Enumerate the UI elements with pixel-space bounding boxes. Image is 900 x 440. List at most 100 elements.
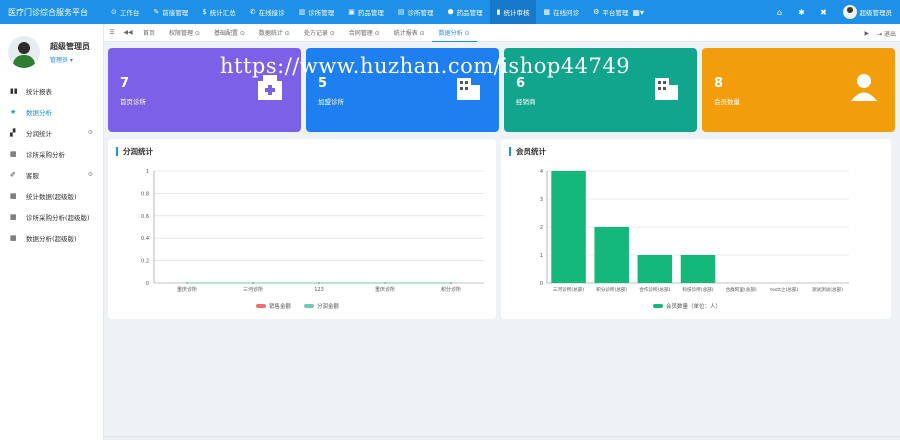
settings-icon[interactable]: ✱ xyxy=(791,8,813,17)
legend-label[interactable]: 销售金额 xyxy=(269,302,292,310)
sidebar-item-label: 诊所采购分析 xyxy=(26,150,65,159)
sidebar-item-2[interactable]: ▞ 分润统计 ⚙ xyxy=(0,122,103,143)
top-nav: ⊙ 工作台 ✎ 前接管理 $ 统计汇总 ✆ 在线接诊 ▥ 诊所管理 ▣ 药品管理 ▤ 诊所管理 ⬢ 药品管理 ▮… xyxy=(104,0,635,24)
road-icon: ▞ xyxy=(10,128,16,137)
stat-card-label: 会员数量 xyxy=(714,98,740,106)
x-tick-label: 重庆诊所 xyxy=(375,286,395,293)
top-bar: 医疗门诊综合服务平台 ⊙ 工作台 ✎ 前接管理 $ 统计汇总 ✆ 在线接诊 ▥ 诊所管理 ▣ 药品管理… xyxy=(0,0,900,24)
top-nav-item-9[interactable]: ▩ 在线问诊 xyxy=(536,0,586,24)
bar[interactable] xyxy=(594,227,629,283)
sidebar-item-1[interactable]: ★ 数据分析 xyxy=(0,101,103,122)
fullscreen-icon[interactable]: ✖ xyxy=(813,8,835,17)
sidebar-item-label: 诊所采购分析(超级版) xyxy=(26,213,90,222)
legend-swatch[interactable] xyxy=(256,304,266,308)
legend-swatch[interactable] xyxy=(653,304,663,308)
phone-icon: ✆ xyxy=(249,8,256,16)
x-tick-label: 123 xyxy=(314,287,324,293)
top-nav-item-3[interactable]: ✆ 在线接诊 xyxy=(243,0,292,24)
stat-card-value: 7 xyxy=(120,76,130,91)
top-nav-item-5[interactable]: ▣ 药品管理 xyxy=(341,0,391,24)
table-icon: ▦ xyxy=(10,233,17,242)
x-tick-label: 三河诊所(总部) xyxy=(553,286,584,293)
y-tick-label: 0.2 xyxy=(141,259,149,265)
top-nav-item-8[interactable]: ▮ 统计审核 xyxy=(489,0,537,24)
legend-label[interactable]: 分润金额 xyxy=(317,302,340,310)
top-nav-label: 工作台 xyxy=(119,9,140,17)
user-menu[interactable]: 超级管理员 xyxy=(835,5,900,19)
sidebar-item-label: 统计数据(超级版) xyxy=(26,192,77,201)
bar[interactable] xyxy=(551,171,586,283)
bank-icon: ▥ xyxy=(298,8,306,16)
x-tick-label: 科技诊所(总部) xyxy=(682,286,713,293)
x-tick-label: 积分诊所(总部) xyxy=(596,286,627,293)
profile-role-dropdown[interactable]: 管理员 ▾ xyxy=(50,55,90,64)
x-tick-label: 合作诊所(总部) xyxy=(639,286,670,293)
member-bar-chart: 0 1 2 3 4 三河诊所(总部) 积分诊所(总部) 合作诊所(总部) 科技诊所(总部) 合群阿… xyxy=(540,169,849,310)
sidebar-item-3[interactable]: ▦ 诊所采购分析 xyxy=(0,143,103,164)
tab-6[interactable]: 统计报表 ⊙ xyxy=(387,24,432,42)
profile-panel: 超级管理员 管理员 ▾ xyxy=(0,24,103,80)
series-point xyxy=(252,282,254,284)
sidebar-item-label: 数据分析(超级版) xyxy=(26,234,77,243)
top-nav-item-2[interactable]: $ 统计汇总 xyxy=(195,0,242,24)
tab-7[interactable]: 数据分析 ⊙ xyxy=(431,24,477,42)
sidebar-item-4[interactable]: ✐ 客服 ⚙ xyxy=(0,164,103,185)
tab-5[interactable]: 合同管理 ⊙ xyxy=(342,24,387,42)
top-nav-label: 统计审核 xyxy=(503,9,530,17)
x-tick-label: 三河诊所 xyxy=(243,286,263,293)
sidebar-item-label: 分润统计 xyxy=(26,129,52,138)
top-nav-item-6[interactable]: ▤ 诊所管理 xyxy=(391,0,441,24)
pen-icon: ✎ xyxy=(153,8,160,16)
y-tick-label: 0 xyxy=(540,281,543,287)
sidebar-item-5[interactable]: ▦ 统计数据(超级版) xyxy=(0,185,103,206)
stat-card-label: 加盟诊所 xyxy=(318,98,344,106)
x-tick-label: 积分诊所 xyxy=(441,286,461,293)
top-nav-item-0[interactable]: ⊙ 工作台 xyxy=(104,0,146,24)
top-nav-item-4[interactable]: ▥ 诊所管理 xyxy=(292,0,342,24)
avatar xyxy=(842,5,857,19)
tab-0[interactable]: 首页 xyxy=(136,24,162,42)
home-icon[interactable]: ⌂ xyxy=(769,8,791,17)
tab-4[interactable]: 处方记录 ⊙ xyxy=(297,24,342,42)
stat-card-3[interactable]: 8 会员数量 xyxy=(702,48,895,132)
sidebar-menu: ▮▮ 统计报表 ★ 数据分析 ▞ 分润统计 ⚙ ▦ 诊所采购分析 ✐ 客服 ⚙ ▦ 统计数据(超级版) ▦ 诊… xyxy=(0,80,103,248)
legend-swatch[interactable] xyxy=(304,304,314,308)
logout-button[interactable]: ⇥ 退出 xyxy=(877,29,896,38)
y-tick-label: 0.6 xyxy=(141,214,149,220)
pill-icon: ⬢ xyxy=(447,8,454,16)
gear-icon: ⚙ xyxy=(593,8,600,16)
sidebar-item-7[interactable]: ▦ 数据分析(超级版) xyxy=(0,227,103,248)
top-right-tools: ▦▾ ⌂ ✱ ✖ 超级管理员 xyxy=(632,0,900,24)
table-icon: ▦ xyxy=(10,149,17,158)
stat-card-value: 5 xyxy=(318,76,328,91)
top-nav-item-7[interactable]: ⬢ 药品管理 xyxy=(440,0,489,24)
x-tick-label: 测试测试(总部) xyxy=(812,286,843,293)
menu-toggle-icon[interactable]: ☰ xyxy=(104,24,120,42)
sidebar-item-6[interactable]: ▦ 诊所采购分析(超级版) xyxy=(0,206,103,227)
stat-card-value: 8 xyxy=(714,76,724,91)
series-point xyxy=(318,282,320,284)
profile-name: 超级管理员 xyxy=(50,41,90,51)
tabs-prev-icon[interactable]: ◀◀ xyxy=(120,24,136,42)
y-tick-label: 1 xyxy=(146,169,149,175)
footer-divider xyxy=(104,436,900,437)
profile-avatar xyxy=(8,36,40,68)
y-tick-label: 0.8 xyxy=(141,191,149,197)
y-tick-label: 2 xyxy=(540,225,543,231)
bar[interactable] xyxy=(637,255,673,283)
stat-card-label: 经销商 xyxy=(516,98,536,106)
tab-3[interactable]: 数据统计 ⊙ xyxy=(252,24,297,42)
x-tick-label: 重庆诊所 xyxy=(177,286,197,293)
tab-1[interactable]: 权限管理 ⊙ xyxy=(162,24,207,42)
sidebar-item-label: 统计报表 xyxy=(26,87,52,96)
bar[interactable] xyxy=(680,255,716,283)
more-menu-icon[interactable]: ▦▾ xyxy=(626,8,650,17)
top-nav-item-1[interactable]: ✎ 前接管理 xyxy=(146,0,195,24)
sidebar-item-0[interactable]: ▮▮ 统计报表 xyxy=(0,80,103,101)
stat-card-value: 6 xyxy=(516,76,526,91)
series-point xyxy=(450,282,452,284)
tab-2[interactable]: 基础配置 ⊙ xyxy=(207,24,252,42)
tabs-next-icon[interactable]: ▶ xyxy=(864,30,869,37)
legend-label[interactable]: 会员数量（单位：人） xyxy=(666,302,721,310)
sidebar-expand-icon: ⚙ xyxy=(87,129,93,136)
